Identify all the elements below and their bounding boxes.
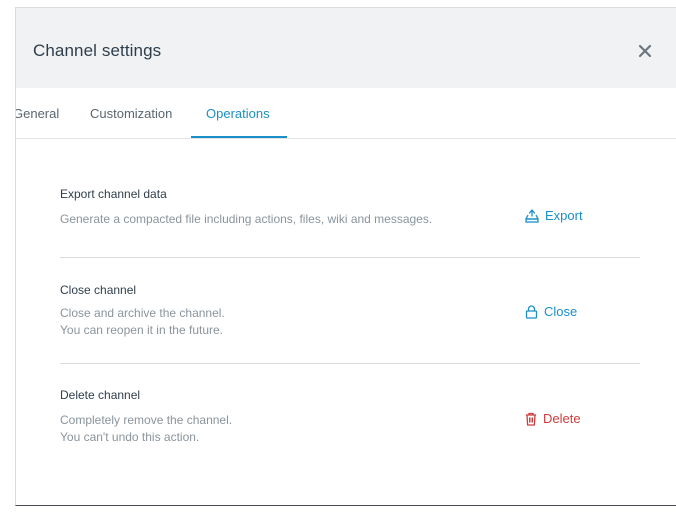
delete-channel-button[interactable]: Delete	[525, 411, 581, 426]
close-section-desc-line1: Close and archive the channel.	[60, 306, 225, 320]
export-label: Export	[545, 208, 583, 223]
tab-bar: General Customization Operations	[16, 88, 676, 139]
page: Channel settings General Customization O…	[0, 0, 676, 513]
close-label: Close	[544, 304, 578, 319]
close-section-title: Close channel	[60, 283, 137, 297]
export-section-desc: Generate a compacted file including acti…	[60, 212, 433, 226]
close-icon[interactable]	[638, 44, 652, 58]
delete-section-desc-line2: You can't undo this action.	[60, 430, 200, 444]
modal-title: Channel settings	[33, 41, 162, 60]
tab-operations[interactable]: Operations	[206, 106, 270, 121]
export-section-title: Export channel data	[60, 187, 167, 201]
modal-header: Channel settings	[16, 8, 676, 88]
trash-icon	[525, 412, 537, 426]
delete-label: Delete	[543, 411, 581, 426]
lock-icon	[525, 304, 538, 319]
channel-settings-modal: Channel settings General Customization O…	[15, 7, 676, 506]
tab-customization[interactable]: Customization	[90, 106, 172, 121]
delete-section-desc-line1: Completely remove the channel.	[60, 413, 233, 427]
close-channel-button[interactable]: Close	[525, 304, 577, 319]
active-tab-indicator	[191, 136, 287, 138]
export-icon	[525, 208, 539, 223]
delete-section-title: Delete channel	[60, 388, 141, 402]
section-divider	[60, 257, 640, 258]
export-button[interactable]: Export	[525, 208, 583, 223]
section-divider	[60, 363, 640, 364]
close-section-desc-line2: You can reopen it in the future.	[60, 323, 224, 337]
tab-general[interactable]: General	[16, 106, 59, 121]
